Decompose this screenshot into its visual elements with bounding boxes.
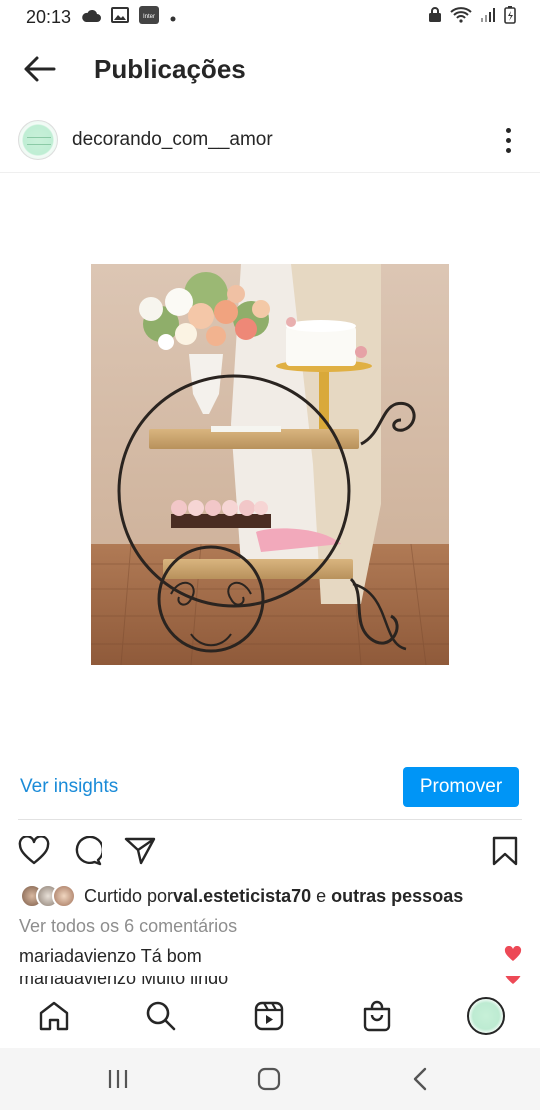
likes-user[interactable]: val.esteticista70 [173, 886, 311, 907]
wifi-icon [450, 6, 472, 28]
post-header: decorando_com__amor [0, 112, 540, 168]
likes-summary[interactable]: Curtido por val.esteticista70 e outras p… [20, 882, 463, 910]
divider [18, 819, 522, 820]
back-button-icon [413, 1067, 427, 1091]
comment-like-heart-icon[interactable] [504, 945, 522, 967]
comment-text: Tá bom [140, 946, 202, 966]
like-button[interactable] [18, 832, 50, 870]
status-right [428, 5, 516, 29]
post-actions [0, 832, 540, 870]
status-bar: 20:13 Inter [0, 0, 540, 34]
share-button[interactable] [124, 832, 156, 870]
likes-others[interactable]: outras pessoas [331, 886, 463, 907]
page-title: Publicações [94, 53, 246, 84]
recent-apps-button[interactable] [83, 1048, 153, 1110]
comment-icon [75, 836, 102, 866]
comment-like-heart-icon[interactable] [504, 976, 522, 986]
status-time: 20:13 [26, 6, 72, 27]
shop-icon [363, 1000, 391, 1032]
back-button-nav[interactable] [385, 1048, 455, 1110]
avatar[interactable] [18, 120, 58, 160]
liker-avatars [20, 884, 76, 908]
home-button[interactable] [234, 1048, 304, 1110]
nav-home[interactable] [24, 986, 84, 1046]
comment-text: Muito lindo [141, 976, 229, 986]
home-button-icon [257, 1067, 281, 1091]
bottom-nav [0, 986, 540, 1046]
profile-avatar [467, 997, 505, 1035]
nav-reels[interactable] [239, 986, 299, 1046]
likes-prefix: Curtido por [84, 885, 174, 906]
image-icon [111, 6, 130, 28]
reels-icon [254, 1001, 284, 1031]
more-dot [505, 147, 511, 153]
more-dot [505, 127, 511, 133]
share-icon [124, 837, 156, 865]
lock-icon [428, 6, 442, 28]
signal-icon [480, 7, 496, 28]
svg-text:Inter: Inter [143, 14, 155, 20]
comment-user[interactable]: mariadavienzo [19, 976, 136, 986]
inter-app-icon: Inter [139, 5, 160, 29]
comment-item: mariadavienzo Muito lindo [19, 976, 524, 986]
nav-shop[interactable] [347, 986, 407, 1046]
home-icon [39, 1001, 69, 1031]
system-nav-bar [0, 1048, 540, 1110]
battery-icon [504, 5, 516, 29]
back-button[interactable] [4, 36, 74, 102]
avatar [52, 884, 76, 908]
heart-icon [18, 836, 50, 865]
more-options-button[interactable] [498, 125, 518, 155]
cloud-icon [81, 7, 102, 28]
promote-button[interactable]: Promover [403, 767, 519, 807]
comment-button[interactable] [72, 832, 102, 870]
post-username[interactable]: decorando_com__amor [72, 129, 273, 151]
more-dot [505, 137, 511, 143]
status-left: 20:13 Inter [26, 5, 177, 29]
nav-profile[interactable] [456, 986, 516, 1046]
insights-row: Ver insights Promover [0, 766, 540, 808]
save-button[interactable] [492, 832, 518, 870]
arrow-left-icon [24, 56, 56, 82]
search-icon [146, 1001, 176, 1031]
comment-item: mariadavienzo Tá bom [19, 945, 524, 967]
view-all-comments-link[interactable]: Ver todos os 6 comentários [19, 916, 237, 937]
likes-middle: e [311, 885, 332, 906]
divider [0, 172, 540, 173]
comment-user[interactable]: mariadavienzo [19, 946, 136, 966]
recent-apps-icon [108, 1070, 128, 1088]
bookmark-icon [492, 836, 518, 866]
page-header: Publicações [0, 36, 540, 102]
nav-search[interactable] [131, 986, 191, 1046]
post-image[interactable] [91, 264, 449, 665]
dot-icon [169, 7, 177, 28]
view-insights-link[interactable]: Ver insights [20, 776, 118, 798]
